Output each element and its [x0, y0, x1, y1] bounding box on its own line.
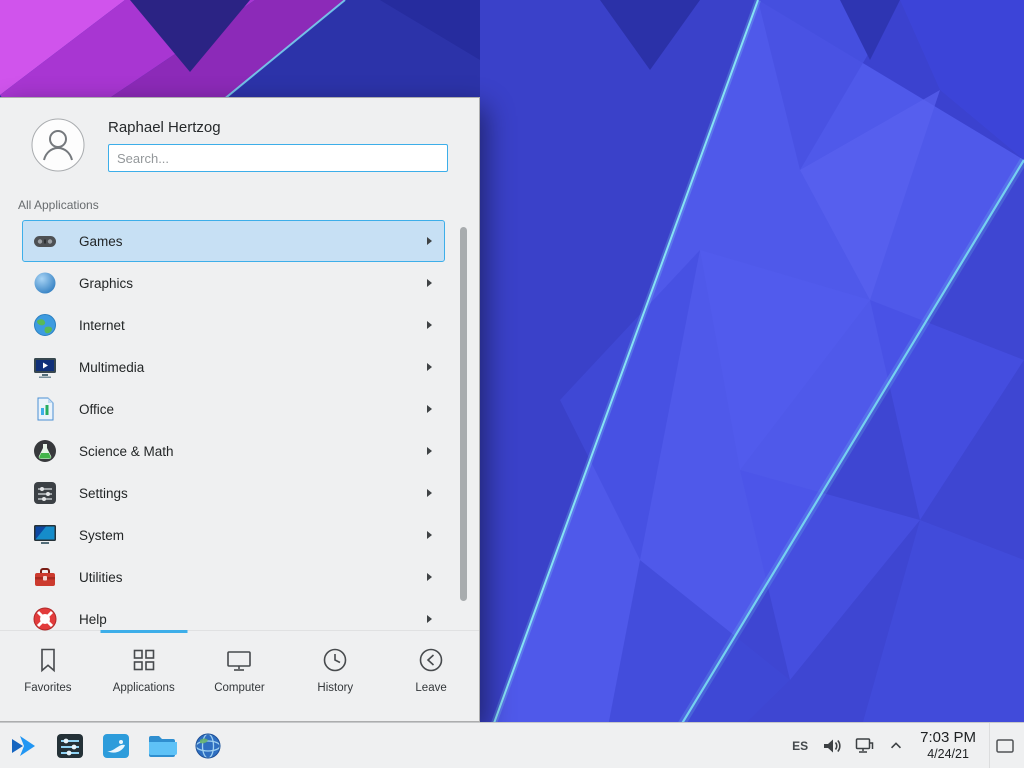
- user-name: Raphael Hertzog: [108, 119, 221, 136]
- submenu-arrow-icon: [427, 573, 432, 581]
- taskbar-panel: ES 7:03 PM 4/24/21: [0, 722, 1024, 768]
- tab-label: History: [317, 682, 353, 694]
- category-science-math[interactable]: Science & Math: [22, 430, 445, 472]
- grid-icon: [129, 645, 159, 675]
- leave-circle-icon: [416, 645, 446, 675]
- category-help[interactable]: Help: [22, 598, 445, 631]
- document-icon: [32, 396, 58, 422]
- tab-label: Applications: [113, 682, 175, 694]
- show-desktop-button[interactable]: [989, 723, 1020, 768]
- tab-favorites[interactable]: Favorites: [0, 631, 96, 721]
- flask-icon: [32, 438, 58, 464]
- folder-button[interactable]: [146, 730, 178, 762]
- submenu-arrow-icon: [427, 279, 432, 287]
- category-office[interactable]: Office: [22, 388, 445, 430]
- list-scrollbar-thumb[interactable]: [460, 227, 467, 601]
- desktop: Raphael Hertzog All Applications Games: [0, 0, 1024, 768]
- tab-computer[interactable]: Computer: [192, 631, 288, 721]
- tab-label: Favorites: [24, 682, 71, 694]
- tweaks-button[interactable]: [54, 730, 86, 762]
- breadcrumb-all-applications: All Applications: [18, 198, 99, 212]
- lifebuoy-icon: [32, 606, 58, 631]
- app-menu-button[interactable]: [8, 730, 40, 762]
- clock-icon: [320, 645, 350, 675]
- network-icon[interactable]: [854, 736, 875, 756]
- submenu-arrow-icon: [427, 531, 432, 539]
- toolbox-icon: [32, 564, 58, 590]
- gamepad-icon: [32, 228, 58, 254]
- graphics-sphere-icon: [32, 270, 58, 296]
- category-label: Settings: [79, 486, 427, 501]
- application-launcher-menu: Raphael Hertzog All Applications Games: [0, 97, 480, 722]
- tab-history[interactable]: History: [287, 631, 383, 721]
- globe-icon: [32, 312, 58, 338]
- system-screen-icon: [32, 522, 58, 548]
- digital-clock[interactable]: 7:03 PM 4/24/21: [920, 729, 976, 761]
- expand-tray-icon[interactable]: [888, 738, 904, 754]
- submenu-arrow-icon: [427, 489, 432, 497]
- tab-applications[interactable]: Applications: [96, 631, 192, 721]
- category-list: Games Graphics Internet: [0, 220, 479, 631]
- category-internet[interactable]: Internet: [22, 304, 445, 346]
- monitor-play-icon: [32, 354, 58, 380]
- user-avatar: [31, 118, 85, 172]
- tab-label: Computer: [214, 682, 265, 694]
- category-label: Office: [79, 402, 427, 417]
- bookmark-icon: [33, 645, 63, 675]
- submenu-arrow-icon: [427, 237, 432, 245]
- monitor-icon: [224, 645, 254, 675]
- keyboard-layout-indicator[interactable]: ES: [792, 739, 808, 753]
- submenu-arrow-icon: [427, 363, 432, 371]
- category-label: Utilities: [79, 570, 427, 585]
- category-games[interactable]: Games: [22, 220, 445, 262]
- search-input[interactable]: [108, 144, 448, 172]
- submenu-arrow-icon: [427, 321, 432, 329]
- submenu-arrow-icon: [427, 615, 432, 623]
- category-settings[interactable]: Settings: [22, 472, 445, 514]
- launcher-tabbar: Favorites Applications Computer: [0, 630, 479, 721]
- clock-date: 4/24/21: [920, 747, 976, 762]
- tab-leave[interactable]: Leave: [383, 631, 479, 721]
- category-label: System: [79, 528, 427, 543]
- volume-icon[interactable]: [821, 736, 841, 756]
- category-label: Internet: [79, 318, 427, 333]
- category-label: Science & Math: [79, 444, 427, 459]
- taskbar-launchers: [0, 730, 224, 762]
- web-browser-button[interactable]: [192, 730, 224, 762]
- category-multimedia[interactable]: Multimedia: [22, 346, 445, 388]
- category-system[interactable]: System: [22, 514, 445, 556]
- category-graphics[interactable]: Graphics: [22, 262, 445, 304]
- file-manager-button[interactable]: [100, 730, 132, 762]
- category-utilities[interactable]: Utilities: [22, 556, 445, 598]
- category-label: Help: [79, 612, 427, 627]
- category-label: Multimedia: [79, 360, 427, 375]
- sliders-icon: [32, 480, 58, 506]
- tab-label: Leave: [415, 682, 446, 694]
- category-label: Graphics: [79, 276, 427, 291]
- system-tray: ES 7:03 PM 4/24/21: [792, 723, 1024, 768]
- submenu-arrow-icon: [427, 405, 432, 413]
- clock-time: 7:03 PM: [920, 729, 976, 747]
- category-label: Games: [79, 234, 427, 249]
- submenu-arrow-icon: [427, 447, 432, 455]
